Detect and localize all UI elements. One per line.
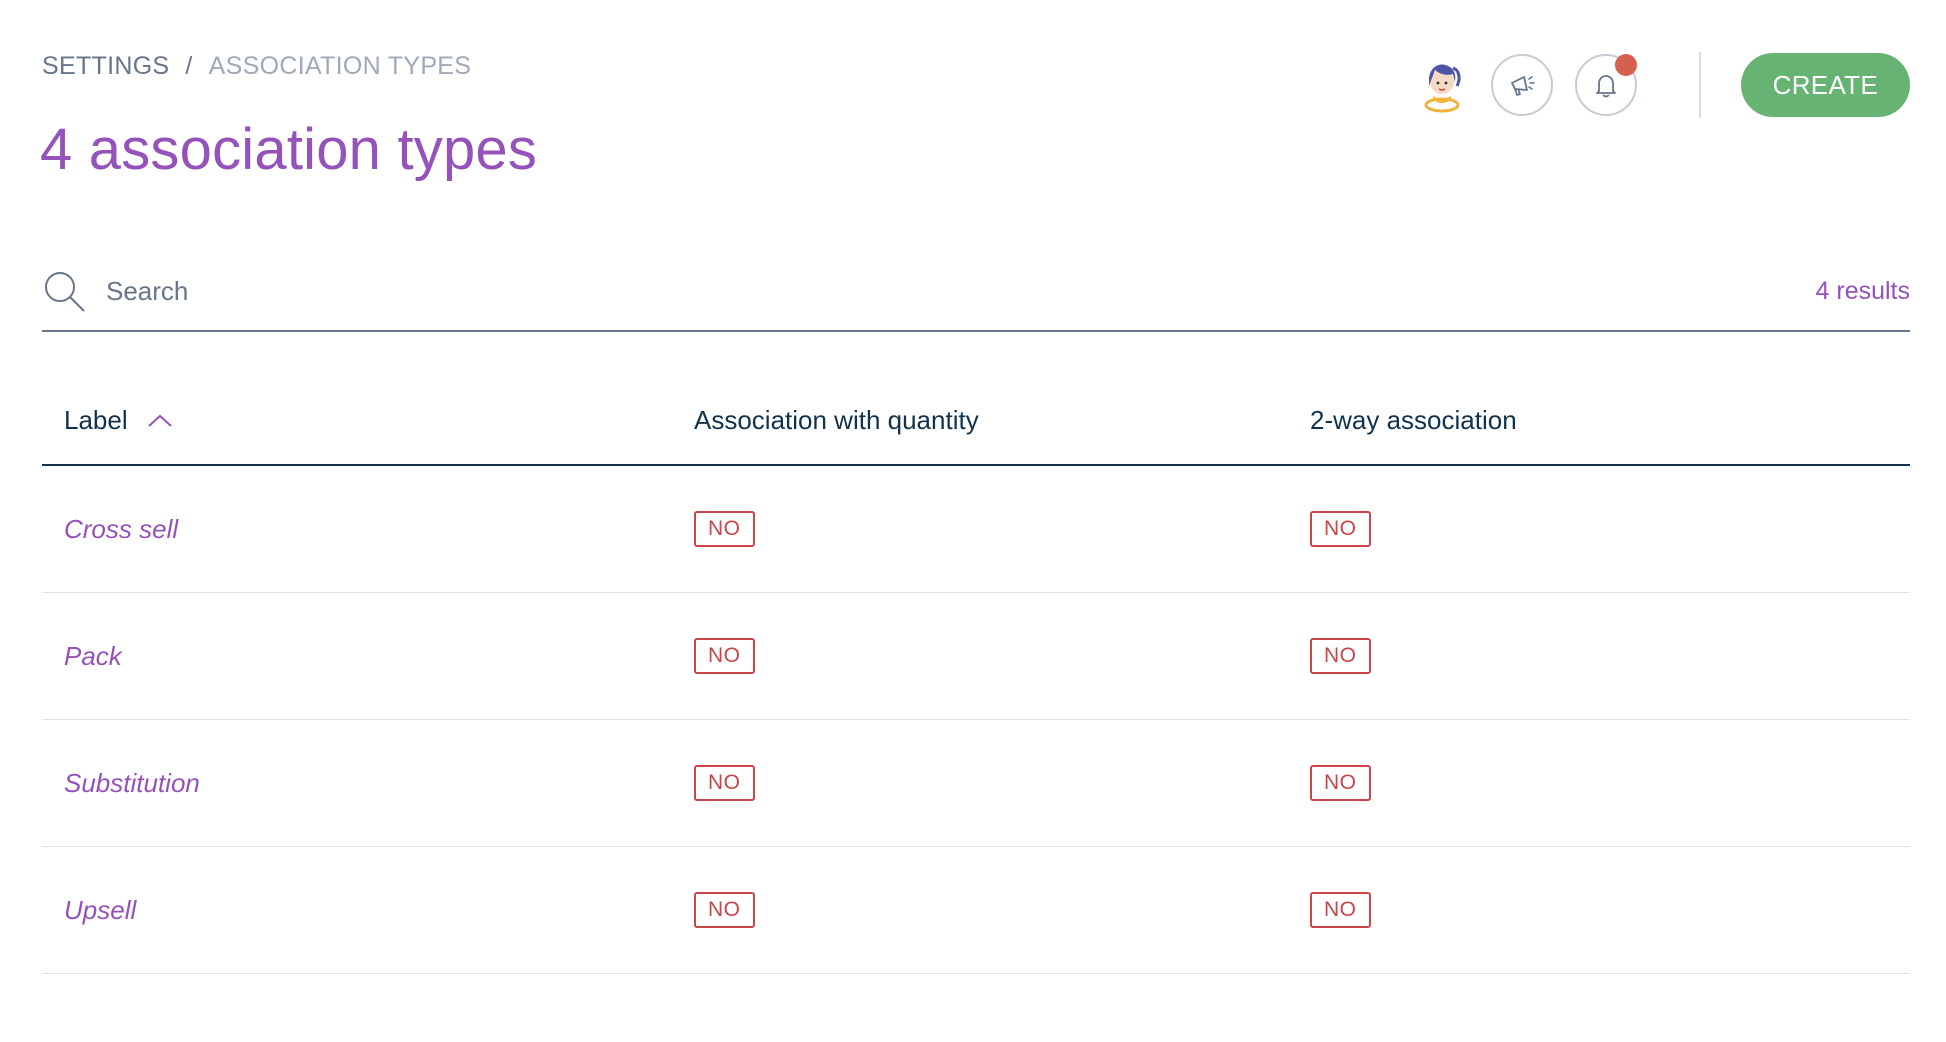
search-input[interactable] (104, 274, 1816, 308)
quantity-badge: NO (694, 511, 755, 547)
two-way-badge: NO (1310, 765, 1371, 801)
header-actions: CREATE (1415, 52, 1910, 118)
row-label[interactable]: Upsell (64, 895, 136, 925)
column-header-quantity: Association with quantity (694, 404, 979, 435)
column-header-two-way: 2-way association (1310, 404, 1517, 435)
table-row[interactable]: Cross sell NO NO (42, 466, 1910, 593)
page: SETTINGS / ASSOCIATION TYPES 4 associati… (0, 0, 1946, 1042)
search-icon (45, 272, 85, 312)
two-way-badge: NO (1310, 892, 1371, 928)
breadcrumb: SETTINGS / ASSOCIATION TYPES (42, 52, 471, 81)
announcements-button[interactable] (1490, 54, 1553, 116)
breadcrumb-current: ASSOCIATION TYPES (208, 52, 472, 80)
breadcrumb-settings-link[interactable]: SETTINGS (42, 52, 169, 81)
table-row[interactable]: Upsell NO NO (42, 847, 1910, 974)
row-label[interactable]: Pack (64, 641, 122, 671)
column-header-label-text: Label (64, 404, 128, 435)
bell-icon (1595, 75, 1616, 98)
search-bar: 4 results (42, 258, 1910, 332)
page-title: 4 association types (40, 117, 538, 182)
two-way-badge: NO (1310, 638, 1371, 674)
quantity-badge: NO (694, 765, 755, 801)
row-label[interactable]: Substitution (64, 768, 200, 798)
create-button[interactable]: CREATE (1740, 53, 1910, 117)
megaphone-icon (1510, 76, 1535, 96)
notification-badge (1614, 54, 1637, 76)
results-count: 4 results (1815, 276, 1910, 305)
column-header-label[interactable]: Label (42, 405, 672, 436)
breadcrumb-separator: / (185, 52, 193, 80)
table-header: Label Association with quantity 2-way as… (42, 376, 1910, 466)
avatar-illustration[interactable] (1415, 56, 1469, 114)
header-divider (1698, 52, 1701, 118)
quantity-badge: NO (694, 638, 755, 674)
table-row[interactable]: Substitution NO NO (42, 720, 1910, 847)
quantity-badge: NO (694, 892, 755, 928)
two-way-badge: NO (1310, 511, 1371, 547)
association-types-table: Label Association with quantity 2-way as… (42, 376, 1910, 974)
row-label[interactable]: Cross sell (64, 514, 178, 544)
notifications-button[interactable] (1574, 54, 1637, 116)
table-row[interactable]: Pack NO NO (42, 593, 1910, 720)
sort-ascending-icon[interactable] (146, 411, 174, 429)
